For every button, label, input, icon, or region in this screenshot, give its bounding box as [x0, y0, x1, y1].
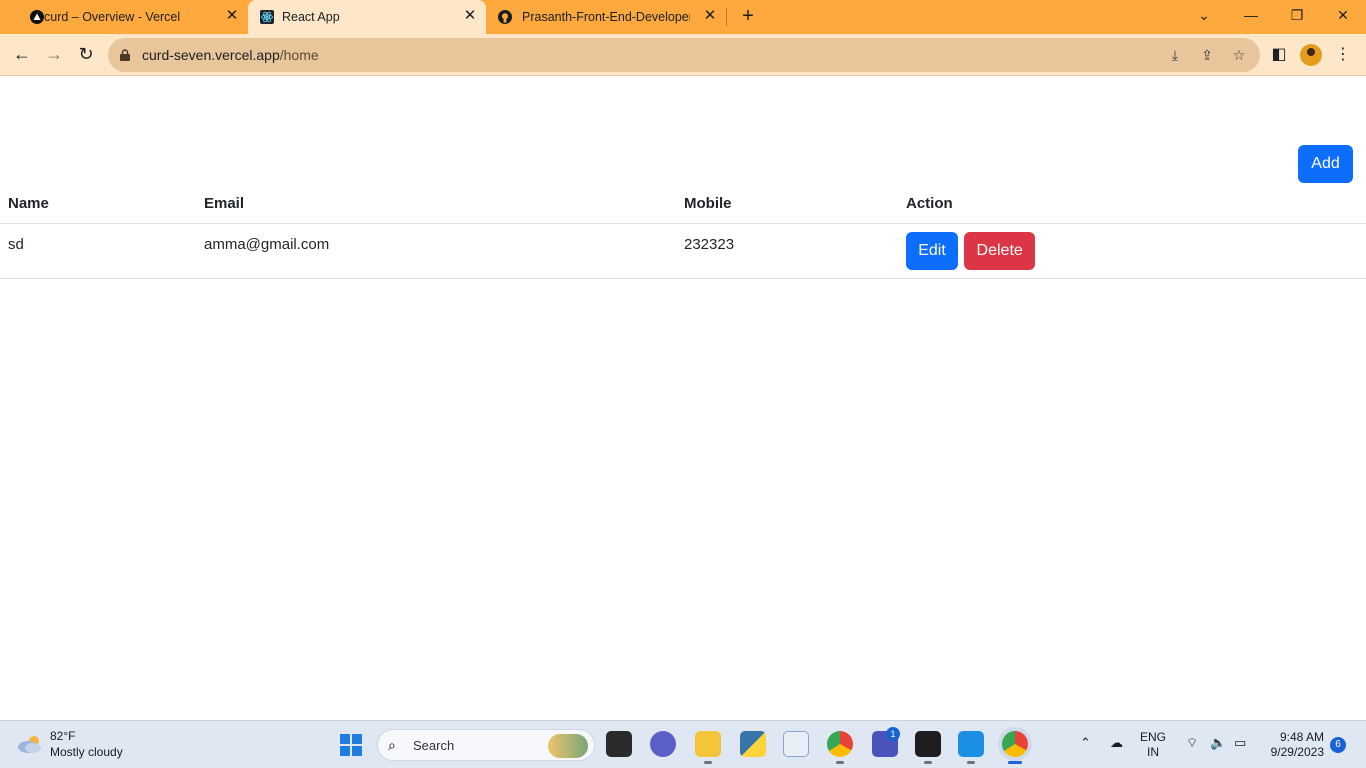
menu-kebab-icon[interactable]: ⋮: [1332, 44, 1354, 66]
teams-chat-icon[interactable]: [650, 731, 676, 757]
file-explorer-icon[interactable]: [695, 731, 721, 757]
share-icon[interactable]: ⇪: [1198, 46, 1216, 64]
address-bar[interactable]: curd-seven.vercel.app/home ⤓ ⇪ ☆: [108, 38, 1260, 72]
battery-icon[interactable]: ▭: [1234, 735, 1246, 751]
column-header-action: Action: [898, 185, 1366, 224]
cell-actions: Edit Delete: [898, 223, 1366, 279]
lang-region: IN: [1147, 745, 1159, 759]
page-content: Add Name Email Mobile Action sd amma@gma…: [0, 77, 1366, 720]
python-icon[interactable]: [740, 731, 766, 757]
lang-code: ENG: [1140, 730, 1167, 744]
add-button[interactable]: Add: [1298, 145, 1353, 183]
tab-label: Prasanth-Front-End-Developer/C: [522, 10, 690, 24]
clock-date: 9/29/2023: [1270, 745, 1324, 759]
notification-count-badge[interactable]: 6: [1330, 737, 1346, 753]
search-highlight-icon: [548, 734, 588, 758]
close-window-icon[interactable]: ✕: [1329, 4, 1357, 28]
github-logo-icon: [498, 10, 512, 24]
tab-label: curd – Overview - Vercel: [44, 10, 181, 24]
table-row: sd amma@gmail.com 232323 Edit Delete: [0, 223, 1366, 279]
column-header-email: Email: [196, 185, 676, 224]
volume-icon[interactable]: 🔈: [1210, 735, 1226, 751]
column-header-name: Name: [0, 185, 196, 224]
language-indicator[interactable]: ENG IN: [1140, 730, 1166, 760]
active-indicator: [1008, 761, 1022, 764]
reload-icon[interactable]: ↻: [74, 43, 98, 67]
table-header-row: Name Email Mobile Action: [0, 185, 1366, 224]
vercel-logo-icon: [30, 10, 44, 24]
url-text: curd-seven.vercel.app/home: [142, 47, 319, 63]
browser-toolbar: ← → ↻ curd-seven.vercel.app/home ⤓ ⇪ ☆ ◧…: [0, 34, 1366, 76]
tab-vercel[interactable]: curd – Overview - Vercel ✕: [8, 0, 246, 34]
close-tab-icon[interactable]: ✕: [224, 8, 240, 24]
terminal-icon[interactable]: [915, 731, 941, 757]
running-indicator: [704, 761, 712, 764]
clock[interactable]: 9:48 AM 9/29/2023: [1262, 730, 1324, 760]
sql-studio-icon[interactable]: [783, 731, 809, 757]
profile-avatar[interactable]: [1300, 44, 1322, 66]
tab-react-app[interactable]: React App ✕: [248, 0, 486, 34]
windows-taskbar: 82°F Mostly cloudy ⌕ Search 1 ⌃ ☁ ENG IN…: [0, 720, 1366, 768]
bookmark-star-icon[interactable]: ☆: [1230, 46, 1248, 64]
install-app-icon[interactable]: ⤓: [1166, 46, 1184, 64]
tab-github[interactable]: Prasanth-Front-End-Developer/C ✕: [488, 0, 724, 34]
cell-mobile: 232323: [676, 223, 898, 279]
wifi-icon[interactable]: ⌔: [1186, 735, 1198, 751]
back-icon[interactable]: ←: [10, 43, 34, 67]
running-indicator: [924, 761, 932, 764]
close-tab-icon[interactable]: ✕: [462, 8, 478, 24]
tab-separator: [726, 8, 727, 26]
tab-search-icon[interactable]: ⌄: [1190, 4, 1218, 28]
new-tab-button[interactable]: +: [738, 6, 758, 28]
chrome-icon[interactable]: [827, 731, 853, 757]
weather-description: Mostly cloudy: [50, 745, 123, 759]
weather-temperature: 82°F: [50, 729, 76, 743]
search-icon: ⌕: [388, 737, 396, 753]
running-indicator: [967, 761, 975, 764]
task-view-icon[interactable]: [606, 731, 632, 757]
column-header-mobile: Mobile: [676, 185, 898, 224]
vscode-icon[interactable]: [958, 731, 984, 757]
cell-name: sd: [0, 223, 196, 279]
lock-icon: [120, 49, 130, 61]
url-path: /home: [279, 47, 319, 63]
running-indicator: [836, 761, 844, 764]
tab-label: React App: [282, 10, 340, 24]
delete-button[interactable]: Delete: [964, 231, 1036, 270]
close-tab-icon[interactable]: ✕: [702, 8, 718, 24]
users-table: Name Email Mobile Action sd amma@gmail.c…: [0, 185, 1366, 279]
chrome-active-icon[interactable]: [1002, 731, 1028, 757]
minimize-icon[interactable]: —: [1237, 4, 1265, 28]
teams-badge: 1: [886, 727, 900, 741]
tab-strip: curd – Overview - Vercel ✕ React App ✕ P…: [0, 0, 1366, 34]
react-logo-icon: [260, 10, 274, 24]
start-button-windows-icon[interactable]: [340, 734, 362, 756]
search-placeholder: Search: [413, 738, 455, 753]
edit-button[interactable]: Edit: [906, 231, 958, 270]
side-panel-icon[interactable]: ◧: [1268, 44, 1290, 66]
cell-email: amma@gmail.com: [196, 223, 676, 279]
cloudy-weather-icon[interactable]: [16, 733, 44, 755]
onedrive-offline-icon[interactable]: ☁: [1110, 735, 1123, 751]
maximize-icon[interactable]: ❐: [1283, 4, 1311, 28]
taskbar-search[interactable]: ⌕ Search: [377, 729, 595, 761]
clock-time: 9:48 AM: [1279, 730, 1324, 744]
tray-overflow-chevron-icon[interactable]: ⌃: [1080, 735, 1091, 751]
forward-icon[interactable]: →: [42, 43, 66, 67]
url-host: curd-seven.vercel.app: [142, 47, 280, 63]
